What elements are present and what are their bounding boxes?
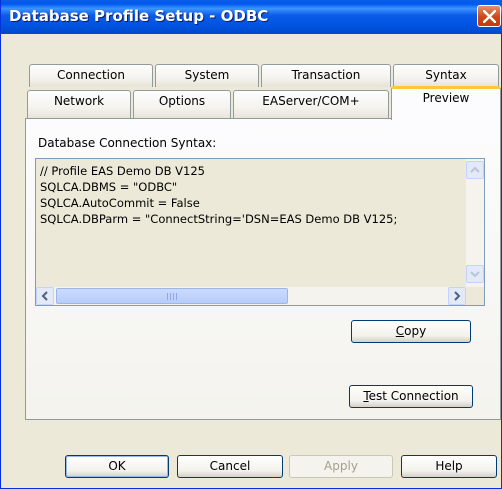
tab-label: Syntax [425, 68, 467, 82]
tab-connection[interactable]: Connection [29, 64, 153, 87]
tab-label: Preview [422, 91, 470, 105]
code-line: // Profile EAS Demo DB V125 [40, 164, 205, 178]
code-line: SQLCA.DBMS = "ODBC" [40, 180, 178, 194]
tab-transaction[interactable]: Transaction [261, 64, 391, 87]
close-icon [483, 10, 496, 23]
apply-button: Apply [289, 455, 393, 478]
tab-syntax[interactable]: Syntax [393, 64, 499, 87]
grip-icon [167, 293, 177, 300]
code-line: SQLCA.DBParm = "ConnectString='DSN=EAS D… [40, 212, 398, 226]
tab-label: Options [158, 94, 206, 108]
arrow-left-icon [41, 291, 48, 301]
tab-label: Connection [57, 68, 125, 82]
button-label: Help [435, 459, 463, 473]
syntax-textarea[interactable]: // Profile EAS Demo DB V125 SQLCA.DBMS =… [35, 158, 485, 306]
scroll-corner [466, 287, 484, 305]
tab-label: EAServer/COM+ [262, 94, 360, 108]
arrow-up-icon [470, 166, 480, 173]
tab-options[interactable]: Options [133, 90, 231, 119]
scroll-right-button[interactable] [448, 287, 466, 305]
tab-system[interactable]: System [155, 64, 259, 87]
help-button[interactable]: Help [401, 455, 497, 478]
title-bar[interactable]: Database Profile Setup - ODBC [1, 0, 502, 34]
horizontal-scrollbar[interactable] [36, 287, 466, 305]
button-label: est Connection [368, 389, 459, 403]
button-label: Cancel [209, 459, 251, 473]
ok-button[interactable]: OK [65, 455, 169, 478]
window-title: Database Profile Setup - ODBC [9, 7, 269, 25]
copy-button[interactable]: Copy [351, 320, 471, 343]
scroll-left-button[interactable] [36, 287, 54, 305]
close-button[interactable] [477, 5, 501, 27]
syntax-label: Database Connection Syntax: [38, 136, 217, 150]
accel-key: C [395, 324, 405, 338]
dialog-window: Database Profile Setup - ODBC Connection… [0, 0, 502, 489]
tab-network[interactable]: Network [27, 90, 131, 119]
arrow-down-icon [470, 271, 480, 278]
test-connection-button[interactable]: Test Connection [349, 385, 473, 408]
scroll-down-button[interactable] [466, 265, 484, 283]
button-label: OK [108, 459, 126, 473]
tab-label: Network [53, 94, 105, 108]
tab-preview[interactable]: Preview [391, 86, 501, 120]
scroll-thumb[interactable] [56, 288, 288, 304]
cancel-button[interactable]: Cancel [177, 455, 283, 478]
arrow-right-icon [454, 291, 461, 301]
button-label: Apply [324, 459, 358, 473]
tab-easerver-com[interactable]: EAServer/COM+ [233, 90, 389, 119]
button-label: opy [404, 324, 427, 338]
vertical-scrollbar[interactable] [466, 159, 484, 287]
scroll-up-button[interactable] [466, 161, 484, 179]
tab-label: System [184, 68, 230, 82]
code-line: SQLCA.AutoCommit = False [40, 196, 200, 210]
tab-label: Transaction [291, 68, 361, 82]
